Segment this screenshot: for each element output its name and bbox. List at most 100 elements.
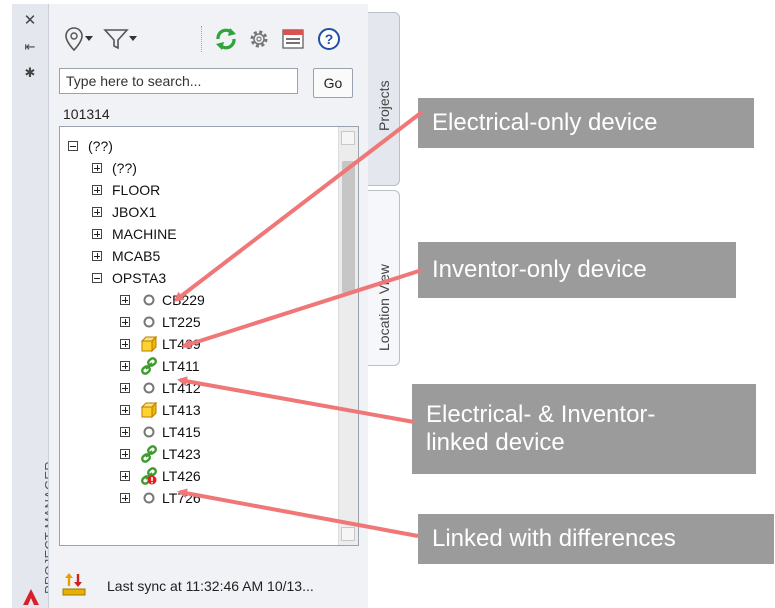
sync-icon[interactable] <box>61 572 87 598</box>
expand-icon[interactable] <box>120 361 130 371</box>
go-button[interactable]: Go <box>313 68 353 98</box>
tree-node-label: FLOOR <box>112 182 161 198</box>
expand-icon[interactable] <box>120 405 130 415</box>
help-icon: ? <box>318 28 340 50</box>
close-icon[interactable]: ✕ <box>12 12 48 30</box>
scroll-down-button[interactable] <box>341 527 355 541</box>
expand-icon[interactable] <box>120 317 130 327</box>
autocad-logo-icon[interactable] <box>22 588 40 606</box>
help-button[interactable]: ? <box>317 24 341 54</box>
device-label: LT426 <box>162 468 201 484</box>
expand-icon[interactable] <box>120 449 130 459</box>
expand-icon[interactable] <box>92 163 102 173</box>
settings-icon[interactable]: ✱ <box>12 64 48 82</box>
tab-label: Location View <box>376 264 392 351</box>
callout-text: Inventor-only device <box>432 256 647 283</box>
tree-location[interactable]: OPSTA3 <box>92 267 166 289</box>
tree-location[interactable]: FLOOR <box>92 179 160 201</box>
tree-device[interactable]: LT411 <box>120 355 200 377</box>
callout-text: Electrical-only device <box>432 109 658 136</box>
expand-icon[interactable] <box>120 427 130 437</box>
tree-node-label: JBOX1 <box>112 204 157 220</box>
callout-text: Electrical- & Inventor- <box>426 401 656 428</box>
tree-device[interactable]: LT412 <box>120 377 201 399</box>
device-label: LT411 <box>162 358 200 374</box>
collapse-icon[interactable] <box>92 273 102 283</box>
tree-location[interactable]: (??) <box>92 157 137 179</box>
last-sync-text: Last sync at 11:32:46 AM 10/13... <box>107 578 314 594</box>
tree-location[interactable]: JBOX1 <box>92 201 156 223</box>
expand-icon[interactable] <box>92 207 102 217</box>
tree-scrollbar[interactable] <box>338 127 358 545</box>
callout-text: linked device <box>426 429 565 456</box>
toolbar-separator <box>201 26 204 52</box>
electrical-only-icon <box>143 426 155 438</box>
search-input[interactable] <box>59 68 298 94</box>
linked-icon <box>141 445 157 463</box>
tree-location[interactable]: MCAB5 <box>92 245 160 267</box>
pin-icon[interactable]: ⇤ <box>12 38 48 56</box>
refresh-icon <box>216 28 236 50</box>
tree-device[interactable]: LT415 <box>120 421 201 443</box>
device-label: LT726 <box>162 490 201 506</box>
device-label: CB229 <box>162 292 205 308</box>
display-config-button[interactable] <box>281 24 305 54</box>
electrical-only-icon <box>143 492 155 504</box>
device-label: LT412 <box>162 380 201 396</box>
callout-inventor-only: Inventor-only device <box>418 242 736 298</box>
filter-button[interactable] <box>103 24 137 54</box>
filter-icon <box>103 29 129 50</box>
tab-strip: Projects Location View <box>368 4 402 608</box>
expand-icon[interactable] <box>120 493 130 503</box>
tab-location-view[interactable]: Location View <box>368 190 400 366</box>
device-label: LT423 <box>162 446 201 462</box>
gear-icon <box>250 30 268 48</box>
tree-location[interactable]: MACHINE <box>92 223 177 245</box>
callout-electrical-only: Electrical-only device <box>418 98 754 148</box>
refresh-button[interactable] <box>213 24 239 54</box>
collapse-icon[interactable] <box>68 141 78 151</box>
tree-device[interactable]: LT409 <box>120 333 201 355</box>
side-strip: ✕ ⇤ ✱ PROJECT MANAGER <box>12 4 57 608</box>
electrical-only-icon <box>143 294 155 306</box>
location-filter-button[interactable] <box>63 24 93 54</box>
expand-icon[interactable] <box>120 471 130 481</box>
location-pin-icon <box>65 27 83 52</box>
tab-projects[interactable]: Projects <box>368 12 400 186</box>
callout-linked: Electrical- & Inventor- linked device <box>412 384 756 474</box>
settings-button[interactable] <box>247 24 271 54</box>
expand-icon[interactable] <box>120 295 130 305</box>
linked-icon <box>141 357 157 375</box>
tree-device[interactable]: LT426 <box>120 465 201 487</box>
chevron-down-icon <box>129 36 137 41</box>
tree-node-label: OPSTA3 <box>112 270 167 286</box>
callout-differences: Linked with differences <box>418 514 774 564</box>
inventor-only-icon <box>140 401 158 419</box>
tree-root[interactable]: (??) <box>68 135 113 157</box>
project-number: 101314 <box>63 106 110 122</box>
expand-icon[interactable] <box>92 251 102 261</box>
expand-icon[interactable] <box>92 229 102 239</box>
tree-device[interactable]: LT225 <box>120 311 201 333</box>
project-manager-panel: ? Go 101314 (??) (??) FLOOR JBOX1 MACHIN… <box>48 4 369 608</box>
svg-text:?: ? <box>325 31 334 47</box>
expand-icon[interactable] <box>92 185 102 195</box>
display-config-icon <box>282 29 304 49</box>
inventor-only-icon <box>140 335 158 353</box>
tree-device[interactable]: LT423 <box>120 443 201 465</box>
expand-icon[interactable] <box>120 339 130 349</box>
device-label: LT413 <box>162 402 201 418</box>
callout-text: Linked with differences <box>432 525 676 552</box>
device-label: LT415 <box>162 424 201 440</box>
tree-device[interactable]: LT413 <box>120 399 201 421</box>
scroll-up-button[interactable] <box>341 131 355 145</box>
tree-node-label: (??) <box>112 160 137 176</box>
tree-device[interactable]: CB229 <box>120 289 205 311</box>
tree-device[interactable]: LT726 <box>120 487 201 509</box>
electrical-only-icon <box>143 382 155 394</box>
scroll-thumb[interactable] <box>342 161 355 293</box>
tree-node-label: MCAB5 <box>112 248 161 264</box>
linked-differences-icon <box>141 467 157 485</box>
device-label: LT225 <box>162 314 201 330</box>
expand-icon[interactable] <box>120 383 130 393</box>
